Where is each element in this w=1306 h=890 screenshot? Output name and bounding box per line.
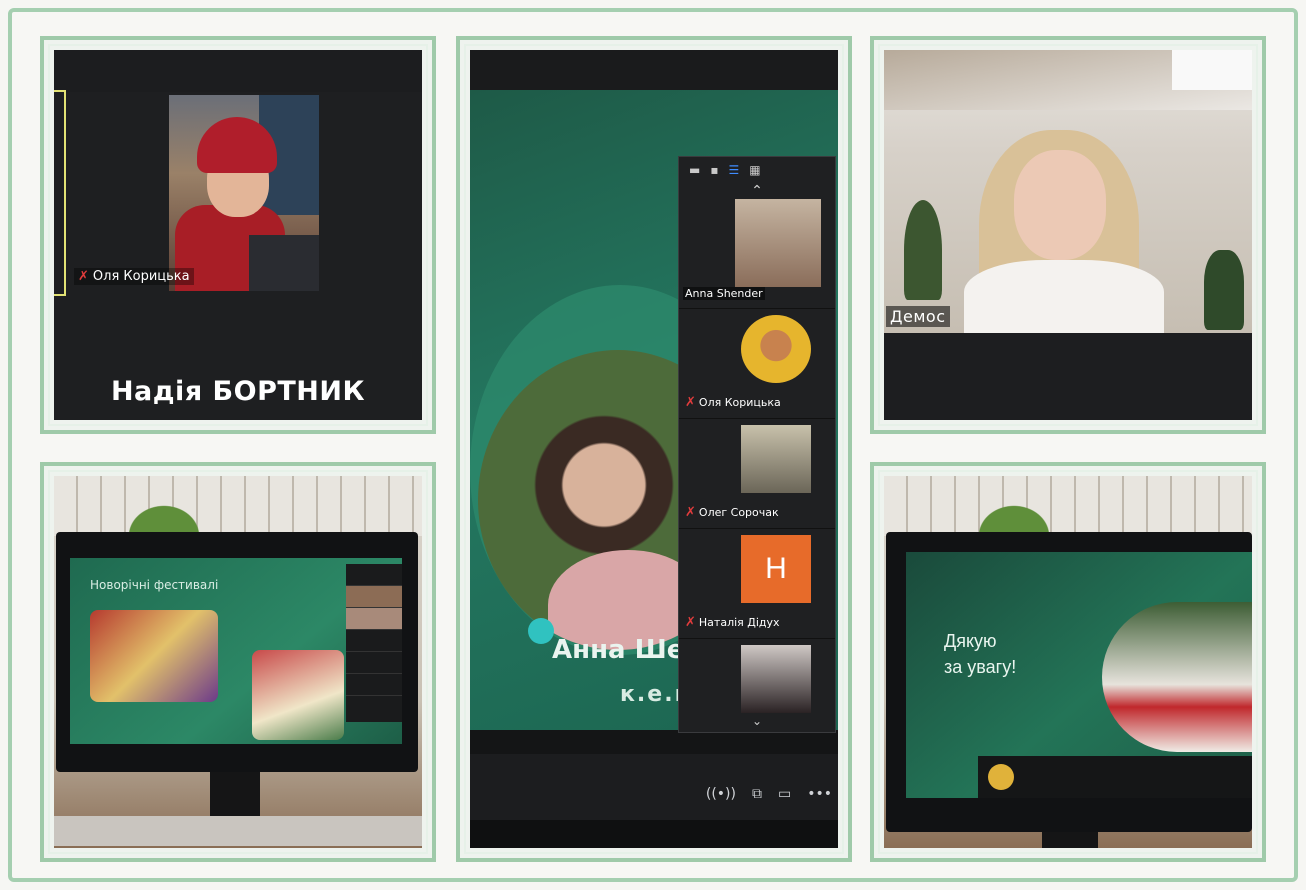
monitor-stand	[210, 772, 260, 822]
speaker-caption: Надія БОРТНИК	[110, 376, 366, 407]
dark-coat	[249, 235, 319, 291]
thanks-text: Дякую за увагу!	[944, 628, 1016, 680]
captions-icon[interactable]: ▭	[778, 786, 791, 802]
plant-fronds	[944, 476, 1084, 536]
participant-name: ✗ Наталія Дідух	[685, 615, 780, 630]
participant-tile[interactable]: Н ✗ Наталія Дідух	[679, 529, 835, 639]
mic-off-icon: ✗	[78, 269, 89, 284]
participant-tile[interactable]	[679, 639, 835, 749]
zoom-empty-area	[884, 333, 1252, 420]
mic-off-icon: ✗	[685, 615, 696, 630]
participant-tile	[346, 564, 402, 586]
plant	[904, 200, 942, 300]
monitor-bezel	[470, 820, 838, 848]
participant-name-text: Оля Корицька	[698, 396, 781, 409]
gallery-view-icon[interactable]: ▦	[749, 163, 760, 177]
participant-video	[741, 425, 811, 493]
festival-photo	[90, 610, 218, 702]
participant-tile[interactable]: ✗ Олег Сорочак	[679, 419, 835, 529]
tile-festivals-photo: Новорічні фестивалі	[40, 462, 436, 862]
monitor-photo: Анна Ше к.е.н ▬ ▪ ☰ ▦ ⌃ Anna Shender ✗ О…	[470, 50, 838, 848]
participant-name: Anna Shender	[683, 287, 765, 300]
tile-demos: Демос	[870, 36, 1266, 434]
tile-bortnyk: ✗ Оля Корицька Надія БОРТНИК	[40, 36, 436, 434]
participant-name-tag: Демос	[886, 306, 950, 327]
video-feed-demos	[884, 50, 1252, 340]
chevron-down-icon[interactable]: ⌄	[679, 714, 835, 728]
strip-view-icon[interactable]: ☰	[728, 163, 739, 177]
participant-name: Оля Корицька	[92, 269, 190, 284]
zoom-toolbar	[54, 50, 422, 92]
participant-name: ✗ Оля Корицька	[685, 395, 781, 410]
participant-tile	[346, 674, 402, 696]
teal-dot-decoration	[528, 618, 554, 644]
desk	[54, 816, 422, 846]
active-speaker-border	[54, 90, 66, 296]
thanks-line: Дякую	[944, 631, 997, 651]
participant-video	[735, 199, 821, 287]
monitor-stand	[1042, 832, 1098, 848]
participant-initial-avatar: Н	[741, 535, 811, 603]
participant-name: ✗ Олег Сорочак	[685, 505, 779, 520]
participants-panel: ▬ ▪ ☰ ▦ ⌃ Anna Shender ✗ Оля Корицька ✗ …	[678, 156, 836, 733]
lg-monitor: Новорічні фестивалі	[56, 532, 418, 772]
mic-off-icon: ✗	[685, 505, 696, 520]
broadcast-icon[interactable]: ((•))	[706, 786, 736, 802]
monitor-screen: Новорічні фестивалі	[70, 558, 402, 744]
slide-title: Анна Ше	[552, 635, 685, 665]
monitor-top-bar	[470, 50, 838, 90]
participant-tile	[346, 586, 402, 608]
view-switcher: ▬ ▪ ☰ ▦	[679, 157, 835, 183]
photo-monitor-thanks: Дякую за увагу!	[884, 476, 1252, 848]
zoom-bottom-bar: ((•)) ⧉ ▭ •••	[470, 754, 838, 848]
share-screen-icon[interactable]: ⧉	[752, 786, 762, 802]
thanks-line: за увагу!	[944, 657, 1017, 677]
video-feed-olia	[169, 95, 319, 291]
tile-shender-presentation: Анна Ше к.е.н ▬ ▪ ☰ ▦ ⌃ Anna Shender ✗ О…	[456, 36, 852, 862]
participant-avatar	[988, 764, 1014, 790]
participant-tile	[346, 630, 402, 652]
more-icon[interactable]: •••	[807, 786, 832, 802]
monitor-screen: Дякую за увагу!	[906, 552, 1252, 798]
chevron-up-icon[interactable]: ⌃	[679, 183, 835, 199]
participant-name-text: Олег Сорочак	[698, 506, 779, 519]
participant-name-text: Наталія Дідух	[698, 616, 780, 629]
lg-monitor: Дякую за увагу!	[886, 532, 1252, 832]
speaker-view-icon[interactable]: ▪	[710, 163, 718, 177]
plant	[1204, 250, 1244, 330]
participants-panel	[346, 564, 402, 722]
participant-tile[interactable]: ✗ Оля Корицька	[679, 309, 835, 419]
tile-thanks-photo: Дякую за увагу!	[870, 462, 1266, 862]
face	[1014, 150, 1106, 260]
mic-off-icon: ✗	[685, 395, 696, 410]
zoom-screen-bortnyk: ✗ Оля Корицька Надія БОРТНИК	[54, 50, 422, 420]
zoom-screen-demos: Демос	[884, 50, 1252, 420]
white-shirt	[964, 260, 1164, 340]
minimize-icon[interactable]: ▬	[689, 163, 700, 177]
participant-avatar	[741, 315, 811, 383]
participant-name-text: Anna Shender	[685, 287, 763, 300]
participants-strip	[978, 756, 1252, 798]
photo-monitor-festivals: Новорічні фестивалі	[54, 476, 422, 848]
window	[1172, 50, 1252, 90]
participant-tile	[346, 652, 402, 674]
slide-title: Новорічні фестивалі	[90, 578, 219, 592]
toolbar-icons: ((•)) ⧉ ▭ •••	[706, 786, 832, 802]
participant-tile[interactable]: Anna Shender	[679, 199, 835, 309]
participant-video	[741, 645, 811, 713]
festival-photo	[252, 650, 344, 740]
participant-name-tag: ✗ Оля Корицька	[74, 268, 194, 285]
plant-fronds	[94, 476, 234, 536]
speaker-portrait	[1102, 602, 1252, 752]
participant-tile	[346, 608, 402, 630]
